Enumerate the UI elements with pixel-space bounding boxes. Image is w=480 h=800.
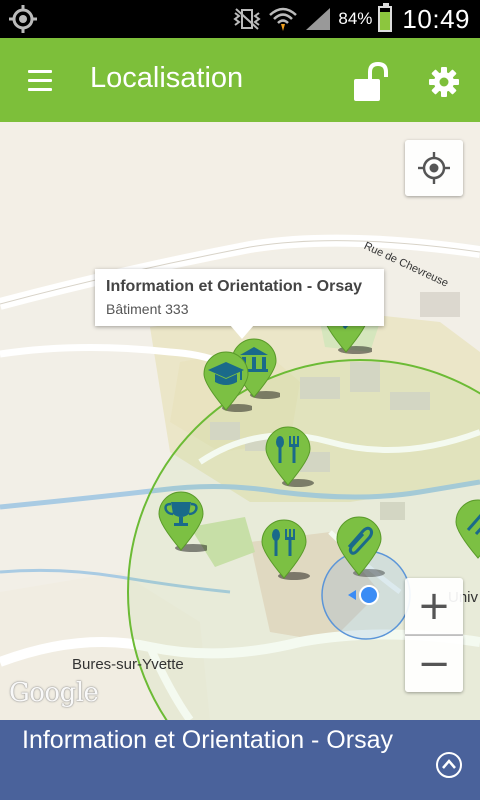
selected-place-title: Information et Orientation - Orsay — [22, 726, 393, 754]
menu-icon — [28, 69, 52, 73]
gps-icon — [9, 5, 37, 33]
google-logo: Google — [9, 678, 99, 708]
my-location-button[interactable] — [405, 140, 463, 196]
unlock-icon[interactable] — [348, 60, 392, 104]
chevron-up-circle-icon[interactable] — [434, 750, 464, 780]
bottom-panel[interactable]: Information et Orientation - Orsay — [0, 720, 480, 800]
info-window-subtitle: Bâtiment 333 — [106, 301, 189, 317]
zoom-out-button[interactable]: − — [405, 636, 463, 692]
gear-icon[interactable] — [424, 62, 464, 102]
trophy-marker[interactable] — [155, 490, 207, 552]
restaurant-marker[interactable] — [258, 518, 310, 580]
signal-icon — [306, 8, 331, 30]
info-window-title: Information et Orientation - Orsay — [106, 278, 363, 295]
town-label: Bures-sur-Yvette — [72, 656, 184, 673]
status-bar: 84% 10:49 — [0, 0, 480, 38]
page-title: Localisation — [90, 62, 244, 94]
battery-icon — [378, 3, 393, 32]
wifi-icon — [269, 7, 298, 31]
status-icons: 84% 10:49 — [232, 0, 470, 38]
menu-button[interactable] — [16, 60, 60, 100]
education-marker[interactable] — [200, 350, 252, 412]
menu-icon-line — [28, 87, 52, 91]
battery-percent: 84% — [338, 9, 373, 28]
paperclip-marker[interactable] — [452, 498, 480, 560]
zoom-in-button[interactable]: + — [405, 578, 463, 634]
marker-info-window[interactable]: Information et Orientation - Orsay Bâtim… — [95, 269, 384, 339]
paperclip-marker[interactable] — [333, 515, 385, 577]
menu-icon-line — [28, 78, 52, 82]
restaurant-marker[interactable] — [262, 425, 314, 487]
clock: 10:49 — [402, 3, 470, 34]
battery-level — [380, 11, 391, 30]
my-location-icon — [418, 152, 450, 184]
vibrate-icon — [233, 8, 262, 30]
app-bar: Localisation — [0, 38, 480, 122]
map-view[interactable]: Rue de Chevreuse Bures-sur-Yvette Univ G… — [0, 122, 480, 720]
